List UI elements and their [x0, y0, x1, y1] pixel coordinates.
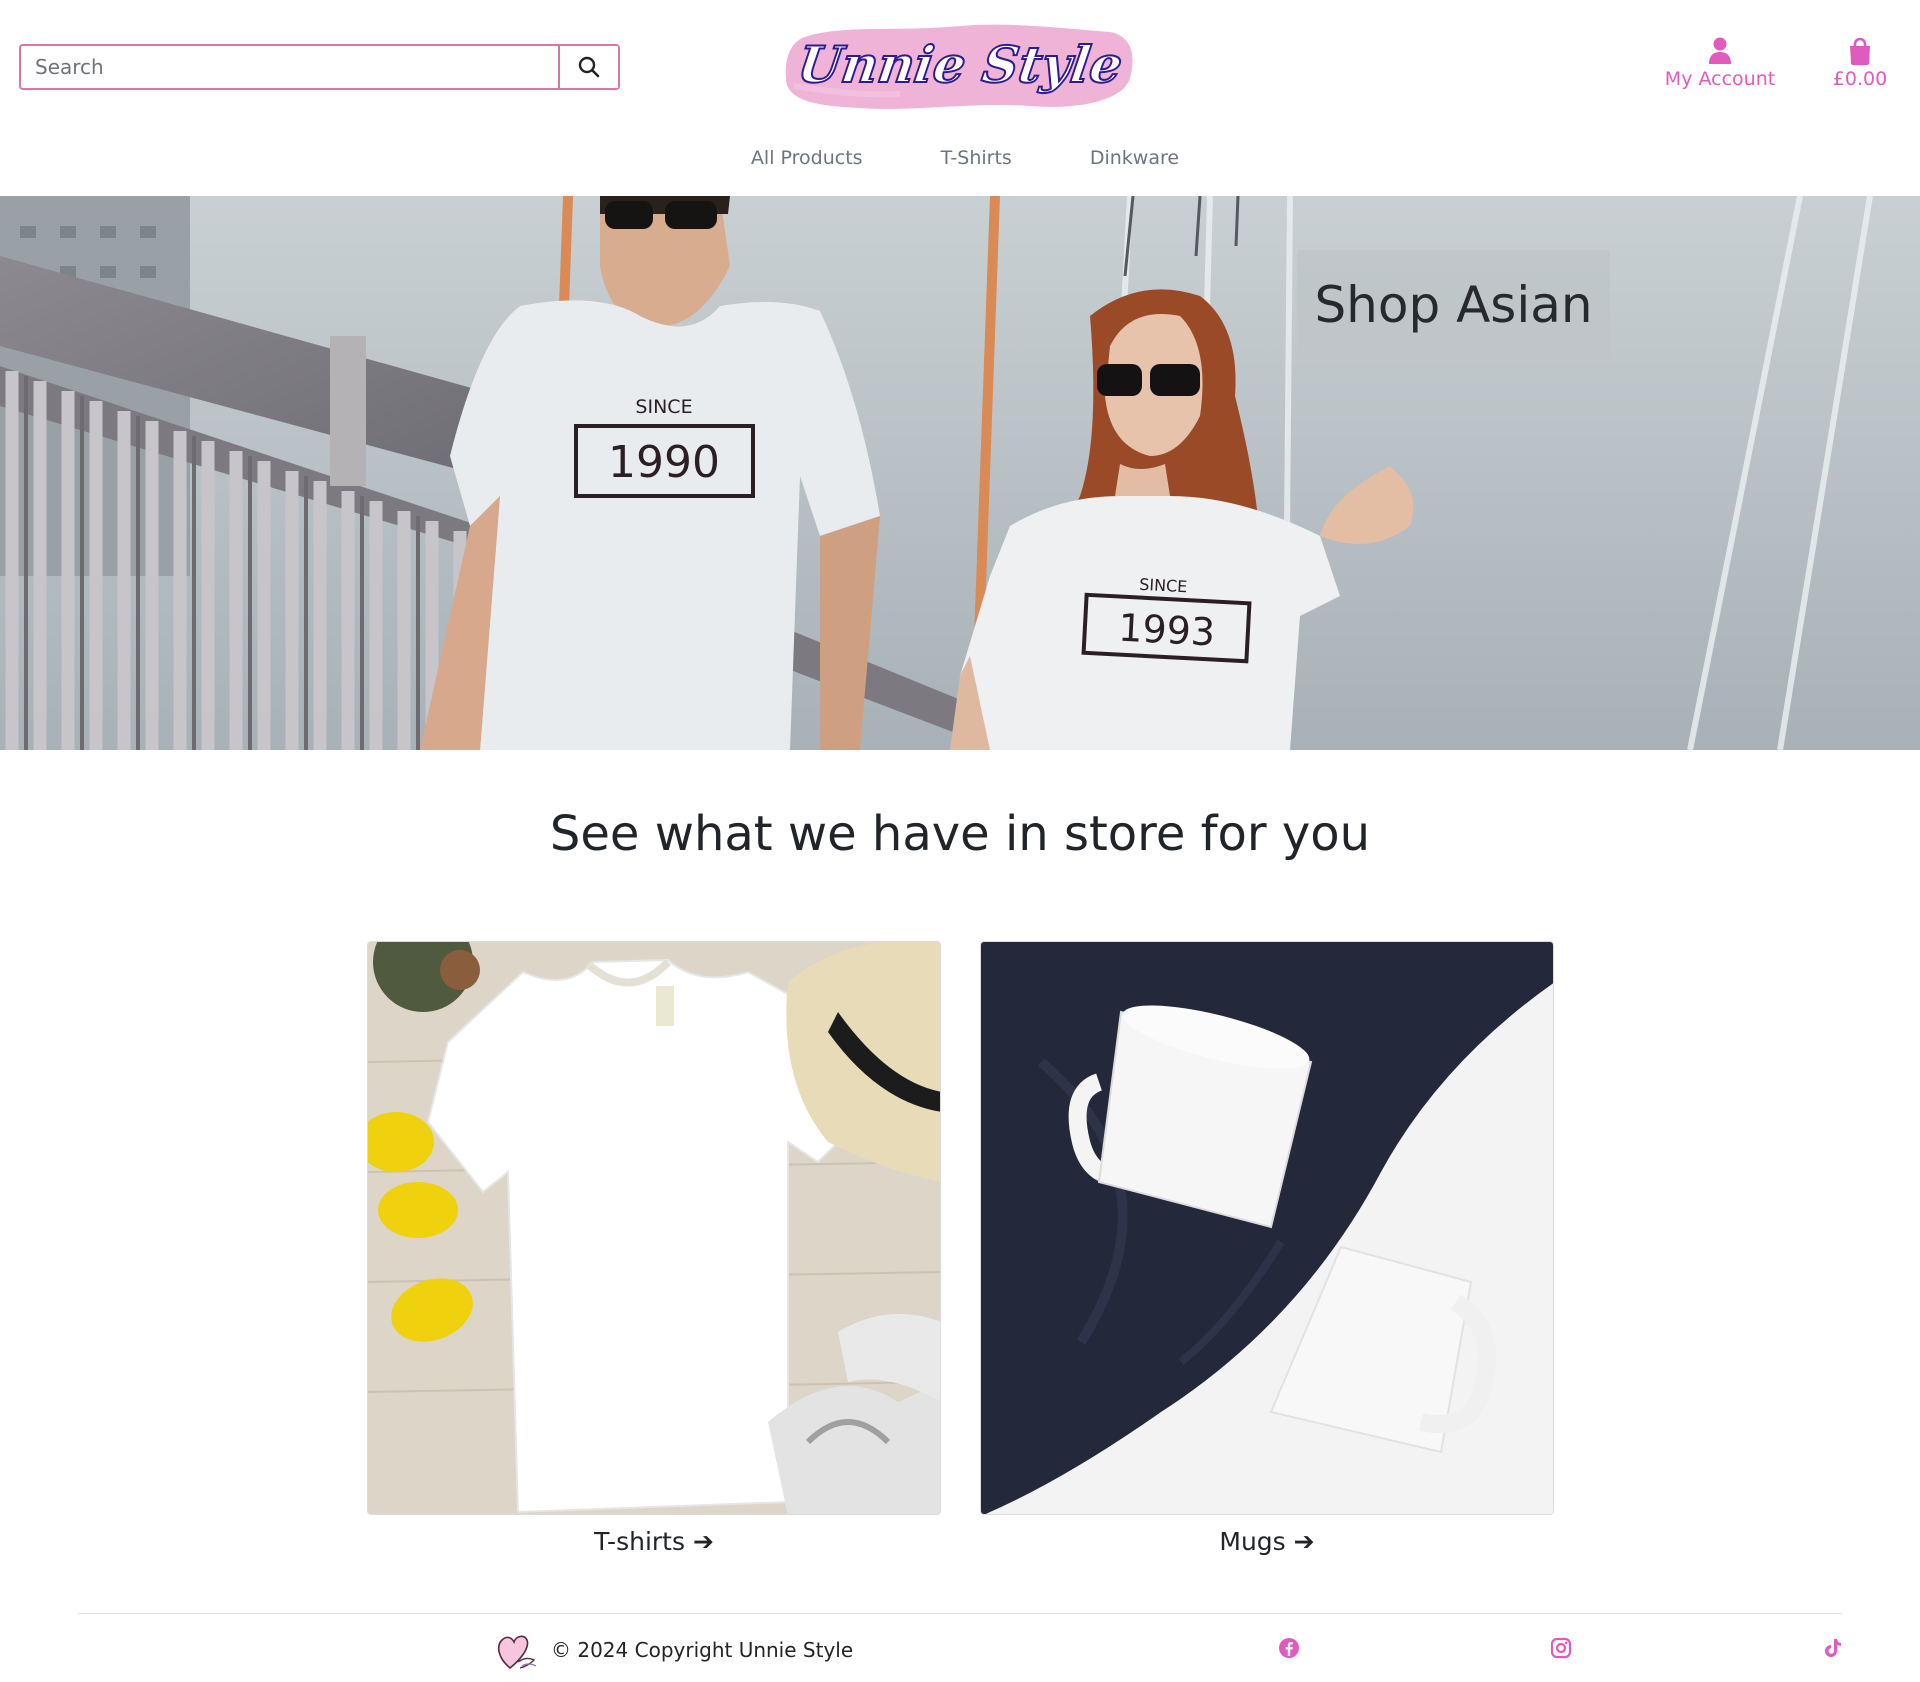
site-header: Unnie Style My Account £0.00 All Product…: [0, 0, 1920, 196]
facebook-icon: [1279, 1638, 1299, 1658]
my-account-link[interactable]: My Account: [1660, 36, 1780, 90]
site-logo[interactable]: Unnie Style: [780, 16, 1138, 114]
logo-text: Unnie Style: [794, 35, 1126, 94]
arrow-right-icon: ➔: [1293, 1527, 1315, 1556]
category-card-tshirts: T-shirts ➔: [367, 941, 941, 1556]
bag-total: £0.00: [1832, 68, 1888, 90]
facebook-link[interactable]: [1277, 1636, 1301, 1660]
tshirts-image[interactable]: [367, 941, 941, 1515]
search-form: [19, 44, 620, 90]
hero-shirt1-since: SINCE: [635, 396, 692, 418]
instagram-link[interactable]: [1549, 1636, 1573, 1660]
search-button[interactable]: [558, 46, 618, 88]
hero-shirt1-year: 1990: [608, 437, 720, 488]
main-nav: All Products T-Shirts Dinkware: [0, 147, 1920, 169]
nav-item-t-shirts[interactable]: T-Shirts: [941, 147, 1012, 169]
footer-heart-logo-icon: [497, 1635, 537, 1670]
tiktok-icon: [1825, 1639, 1841, 1657]
mugs-image[interactable]: [980, 941, 1554, 1515]
user-icon: [1709, 37, 1731, 64]
shop-asian-button[interactable]: Shop Asian: [1297, 250, 1610, 360]
section-title: See what we have in store for you: [549, 806, 1371, 862]
nav-item-all-products[interactable]: All Products: [751, 147, 863, 169]
instagram-icon: [1550, 1637, 1572, 1659]
hero-image: SINCE 1990 SINCE 1993: [0, 196, 1920, 750]
search-input[interactable]: [21, 46, 558, 88]
hero-shirt2-since: SINCE: [1139, 575, 1188, 596]
footer-divider: [78, 1613, 1842, 1614]
category-card-mugs: Mugs ➔: [980, 941, 1554, 1556]
copyright-text: © 2024 Copyright Unnie Style: [551, 1638, 854, 1662]
mugs-link[interactable]: Mugs ➔: [980, 1527, 1554, 1556]
arrow-right-icon: ➔: [692, 1527, 714, 1556]
hero-shirt2-year: 1993: [1117, 606, 1216, 655]
shopping-bag-icon: [1850, 37, 1870, 65]
search-icon: [578, 56, 600, 78]
nav-item-dinkware[interactable]: Dinkware: [1090, 147, 1179, 169]
tiktok-link[interactable]: [1821, 1636, 1845, 1660]
my-account-label: My Account: [1664, 68, 1776, 90]
mugs-label: Mugs: [1219, 1527, 1286, 1556]
tshirts-label: T-shirts: [594, 1527, 685, 1556]
tshirts-link[interactable]: T-shirts ➔: [367, 1527, 941, 1556]
hero-banner: SINCE 1990 SINCE 1993 Shop Asian: [0, 196, 1920, 750]
shopping-bag-link[interactable]: £0.00: [1820, 36, 1900, 90]
